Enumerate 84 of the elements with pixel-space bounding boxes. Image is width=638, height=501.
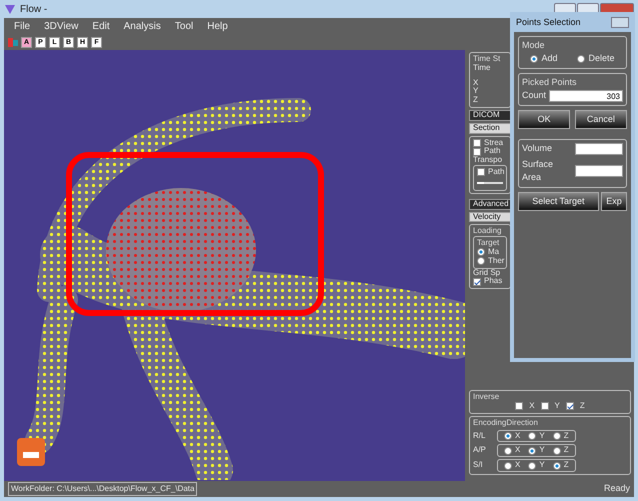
- radio-button[interactable]: [552, 446, 561, 455]
- coordinate-label: Y: [473, 87, 480, 96]
- field-label: Grid Sp: [473, 268, 502, 277]
- radio-label: Y: [539, 432, 545, 440]
- app-icon: [4, 3, 16, 15]
- checkbox[interactable]: [477, 168, 485, 176]
- menu-item[interactable]: 3DView: [44, 19, 78, 34]
- action-button[interactable]: Exp: [601, 192, 627, 212]
- volume-field[interactable]: [575, 142, 623, 155]
- radio-button[interactable]: [504, 462, 512, 470]
- radio-label: X: [515, 446, 520, 456]
- radio-button[interactable]: [552, 432, 561, 440]
- window-title: Flow -: [20, 2, 48, 16]
- radio-button[interactable]: [528, 432, 536, 440]
- radio-button[interactable]: [477, 248, 485, 256]
- radio-button[interactable]: [552, 462, 561, 470]
- checkbox-label: Strea: [484, 138, 504, 147]
- field-label: Time: [473, 64, 492, 73]
- field-label: Volume: [522, 142, 554, 155]
- radio-label: Z: [564, 432, 569, 440]
- group-title: Picked Points: [522, 76, 578, 88]
- radio-label: X: [515, 461, 520, 470]
- checkbox-label: Path: [484, 147, 500, 156]
- checkbox[interactable]: [473, 278, 481, 286]
- tab[interactable]: Advanced: [469, 198, 511, 210]
- menu-item[interactable]: Tool: [174, 19, 194, 34]
- count-field[interactable]: 303: [549, 90, 623, 102]
- menu-item[interactable]: File: [14, 19, 30, 34]
- field-label: Count: [522, 89, 546, 102]
- radio-button[interactable]: [528, 446, 536, 455]
- status-text: Ready: [604, 482, 630, 496]
- radio-button[interactable]: [504, 446, 512, 455]
- coordinate-label: Z: [473, 96, 479, 105]
- tab[interactable]: DICOM: [469, 110, 511, 121]
- field-label: Surface Area: [522, 158, 554, 184]
- coordinate-label: X: [473, 78, 480, 88]
- checkbox-label: X: [529, 402, 535, 411]
- action-button[interactable]: Select Target: [518, 192, 599, 212]
- menu-item[interactable]: Analysis: [124, 19, 161, 34]
- radio-label: Ther: [488, 256, 504, 266]
- radio-label: Add: [541, 52, 558, 65]
- checkbox-label: Phas: [484, 277, 502, 286]
- dialog-button[interactable]: OK: [518, 110, 570, 129]
- group-title: Inverse: [473, 393, 500, 402]
- axis-label: S/I: [473, 461, 484, 470]
- group-title: EncodingDirection: [473, 418, 539, 428]
- checkbox-label: Y: [554, 402, 560, 411]
- checkbox[interactable]: [566, 402, 574, 410]
- checkbox[interactable]: [473, 138, 481, 147]
- checkbox-label: Path: [488, 168, 504, 177]
- radio-button[interactable]: [504, 432, 512, 440]
- group-title: Target: [477, 239, 500, 248]
- option-label: Transpo: [473, 156, 504, 165]
- radio-button[interactable]: [530, 54, 538, 63]
- axis-label: R/L: [473, 432, 486, 440]
- axis-label: A/P: [473, 446, 487, 456]
- menu-item[interactable]: Edit: [92, 19, 110, 34]
- checkbox-label: Z: [580, 402, 585, 411]
- radio-button[interactable]: [577, 54, 586, 63]
- checkbox[interactable]: [515, 402, 524, 410]
- group-title: Loading: [473, 227, 502, 236]
- checkbox[interactable]: [540, 402, 549, 410]
- radio-label: Y: [539, 446, 545, 456]
- tab[interactable]: Section: [469, 122, 511, 134]
- status-path: WorkFolder: C:\Users\...\Desktop\Flow_x_CF_\Data: [8, 482, 198, 496]
- radio-label: Ma: [488, 248, 500, 257]
- dialog-button[interactable]: Cancel: [574, 110, 627, 129]
- radio-label: X: [515, 432, 520, 440]
- group-title: Time St: [473, 55, 502, 64]
- group-title: Mode: [522, 38, 546, 52]
- close-button[interactable]: [611, 17, 629, 28]
- logo-icon: [8, 37, 18, 48]
- tab[interactable]: Velocity: [469, 212, 511, 222]
- app-logo-icon: [17, 438, 45, 466]
- radio-button[interactable]: [528, 462, 536, 470]
- radio-button[interactable]: [477, 257, 485, 266]
- radio-label: Z: [564, 461, 569, 470]
- menu-item[interactable]: Help: [207, 19, 228, 34]
- surface-area-field[interactable]: [575, 165, 623, 178]
- radio-label: Z: [564, 446, 569, 456]
- radio-label: Delete: [588, 52, 614, 65]
- dialog-title: Points Selection: [516, 16, 581, 29]
- checkbox[interactable]: [473, 148, 481, 156]
- radio-label: Y: [539, 461, 545, 470]
